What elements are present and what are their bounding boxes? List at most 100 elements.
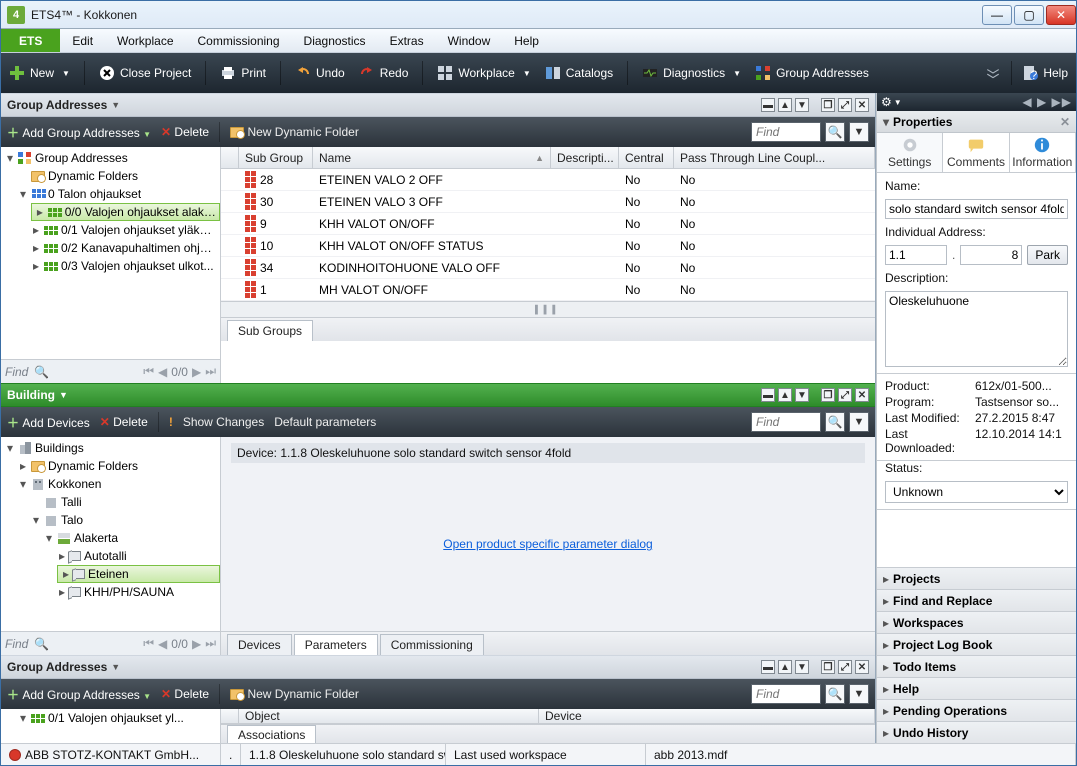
bld-find-button[interactable]: 🔍 bbox=[825, 412, 845, 432]
col-central[interactable]: Central bbox=[619, 147, 674, 168]
panel-btn-minimize-icon[interactable]: ▬ bbox=[761, 388, 775, 402]
pager-first-icon[interactable]: ⏮ bbox=[143, 364, 154, 379]
bld-tree-dynamic-folders[interactable]: Dynamic Folders bbox=[1, 457, 220, 475]
ga2-add-button[interactable]: ＋ Add Group Addresses ▼ bbox=[7, 686, 151, 703]
new-dynamic-folder-button[interactable]: New Dynamic Folder bbox=[230, 125, 359, 139]
pager-last-icon[interactable]: ⏭ bbox=[205, 364, 216, 379]
search-icon[interactable]: 🔍 bbox=[34, 365, 49, 379]
bld-filter-button[interactable]: ▼ bbox=[849, 412, 869, 432]
tab-commissioning[interactable]: Commissioning bbox=[380, 634, 484, 655]
menu-commissioning[interactable]: Commissioning bbox=[186, 29, 292, 52]
accordion-undo-history[interactable]: Undo History bbox=[877, 721, 1076, 743]
pager-next-icon[interactable]: ▶ bbox=[192, 365, 201, 379]
ga-tree-middle-0-0[interactable]: 0/0 Valojen ohjaukset alake... bbox=[31, 203, 220, 221]
print-button[interactable]: Print bbox=[220, 65, 266, 81]
col-device[interactable]: Device bbox=[539, 709, 875, 723]
tab-associations[interactable]: Associations bbox=[227, 725, 316, 744]
window-minimize-button[interactable]: — bbox=[982, 5, 1012, 25]
workplace-button[interactable]: Workplace▼ bbox=[437, 65, 530, 81]
open-parameter-dialog-link[interactable]: Open product specific parameter dialog bbox=[443, 537, 652, 551]
tab-devices[interactable]: Devices bbox=[227, 634, 292, 655]
col-object[interactable]: Object bbox=[239, 709, 539, 723]
park-button[interactable]: Park bbox=[1027, 245, 1068, 265]
panel-btn-down-icon[interactable]: ▼ bbox=[795, 388, 809, 402]
catalogs-button[interactable]: Catalogs bbox=[545, 65, 613, 81]
col-sub-group[interactable]: Sub Group bbox=[239, 147, 313, 168]
pager-prev-icon[interactable]: ◀ bbox=[158, 637, 167, 651]
close-project-button[interactable]: Close Project bbox=[99, 65, 191, 81]
ga2-find-button[interactable]: 🔍 bbox=[825, 684, 845, 704]
window-maximize-button[interactable]: ▢ bbox=[1014, 5, 1044, 25]
accordion-todo-items[interactable]: Todo Items bbox=[877, 655, 1076, 677]
panel-btn-minimize-icon[interactable]: ▬ bbox=[761, 98, 775, 112]
pager-last-icon[interactable]: ⏭ bbox=[205, 636, 216, 651]
accordion-pending-operations[interactable]: Pending Operations bbox=[877, 699, 1076, 721]
panel-btn-close-icon[interactable]: ✕ bbox=[855, 660, 869, 674]
ga2-delete-button[interactable]: ✕ Delete bbox=[161, 687, 209, 701]
table-row[interactable]: 10KHH VALOT ON/OFF STATUSNoNo bbox=[221, 235, 875, 257]
window-close-button[interactable]: ✕ bbox=[1046, 5, 1076, 25]
menu-window[interactable]: Window bbox=[436, 29, 503, 52]
properties-tab-information[interactable]: Information bbox=[1010, 133, 1076, 172]
menu-diagnostics[interactable]: Diagnostics bbox=[292, 29, 378, 52]
table-row[interactable]: 30ETEINEN VALO 3 OFFNoNo bbox=[221, 191, 875, 213]
pager-first-icon[interactable]: ⏮ bbox=[143, 636, 154, 651]
table-row[interactable]: 1MH VALOT ON/OFFNoNo bbox=[221, 279, 875, 301]
prop-ia-area-line[interactable] bbox=[885, 245, 947, 265]
pager-prev-icon[interactable]: ◀ bbox=[158, 365, 167, 379]
panel-btn-restore-icon[interactable]: ❐ bbox=[821, 388, 835, 402]
bld-tree-root[interactable]: Buildings bbox=[1, 439, 220, 457]
undo-button[interactable]: Undo bbox=[295, 65, 345, 81]
ga-tree-main-0[interactable]: 0 Talon ohjaukset bbox=[1, 185, 220, 203]
ga-find-button[interactable]: 🔍 bbox=[825, 122, 845, 142]
table-row[interactable]: 34KODINHOITOHUONE VALO OFFNoNo bbox=[221, 257, 875, 279]
chevron-down-icon[interactable] bbox=[985, 65, 1001, 81]
tab-parameters[interactable]: Parameters bbox=[294, 634, 378, 655]
bld-tree-talo[interactable]: Talo bbox=[1, 511, 220, 529]
menu-workplace[interactable]: Workplace bbox=[105, 29, 185, 52]
accordion-find-replace[interactable]: Find and Replace bbox=[877, 589, 1076, 611]
bld-tree-room-khh[interactable]: KHH/PH/SAUNA bbox=[1, 583, 220, 601]
table-row[interactable]: 9KHH VALOT ON/OFFNoNo bbox=[221, 213, 875, 235]
bld-tree-kokkonen[interactable]: Kokkonen bbox=[1, 475, 220, 493]
menu-ets[interactable]: ETS bbox=[1, 29, 60, 52]
bld-delete-button[interactable]: ✕ Delete bbox=[100, 415, 148, 429]
properties-tab-settings[interactable]: Settings bbox=[877, 133, 943, 172]
bld-tree-room-autotalli[interactable]: Autotalli bbox=[1, 547, 220, 565]
ga2-filter-button[interactable]: ▼ bbox=[849, 684, 869, 704]
bld-tree-talli[interactable]: Talli bbox=[1, 493, 220, 511]
ga2-new-dynamic-folder-button[interactable]: New Dynamic Folder bbox=[230, 687, 359, 701]
bld-tree-find-input[interactable]: Find bbox=[5, 637, 28, 651]
ga-tree-middle-0-2[interactable]: 0/2 Kanavapuhaltimen ohja... bbox=[1, 239, 220, 257]
table-row[interactable]: 28ETEINEN VALO 2 OFFNoNo bbox=[221, 169, 875, 191]
panel-btn-close-icon[interactable]: ✕ bbox=[855, 98, 869, 112]
help-button[interactable]: ? Help bbox=[1022, 65, 1068, 81]
col-name[interactable]: Name▲ bbox=[313, 147, 551, 168]
panel-btn-up-icon[interactable]: ▲ bbox=[778, 98, 792, 112]
panel-btn-restore-icon[interactable]: ❐ bbox=[821, 660, 835, 674]
ga2-find-input[interactable] bbox=[751, 684, 821, 704]
sidebar-nav-icons[interactable]: ◀ ▶ ▶▶ bbox=[1022, 95, 1072, 109]
group-addresses-toolbar-button[interactable]: Group Addresses bbox=[755, 65, 869, 81]
bld-tree-room-eteinen[interactable]: Eteinen bbox=[57, 565, 220, 583]
panel-btn-restore-icon[interactable]: ❐ bbox=[821, 98, 835, 112]
panel-btn-expand-icon[interactable]: ⤢ bbox=[838, 660, 852, 674]
panel-btn-up-icon[interactable]: ▲ bbox=[778, 660, 792, 674]
accordion-workspaces[interactable]: Workspaces bbox=[877, 611, 1076, 633]
tab-sub-groups[interactable]: Sub Groups bbox=[227, 320, 313, 341]
gear-icon[interactable]: ⚙ bbox=[881, 95, 892, 109]
accordion-help[interactable]: Help bbox=[877, 677, 1076, 699]
prop-ia-device[interactable] bbox=[960, 245, 1022, 265]
ga-tree-middle-0-1[interactable]: 0/1 Valojen ohjaukset yläke... bbox=[1, 221, 220, 239]
panel-btn-minimize-icon[interactable]: ▬ bbox=[761, 660, 775, 674]
add-group-addresses-button[interactable]: ＋ Add Group Addresses ▼ bbox=[7, 124, 151, 141]
bld-find-input[interactable] bbox=[751, 412, 821, 432]
accordion-projects[interactable]: Projects bbox=[877, 567, 1076, 589]
ga2-tree-item[interactable]: 0/1 Valojen ohjaukset yl... bbox=[1, 709, 220, 727]
col-pass-through[interactable]: Pass Through Line Coupl... bbox=[674, 147, 875, 168]
col-description[interactable]: Descripti... bbox=[551, 147, 619, 168]
accordion-project-log-book[interactable]: Project Log Book bbox=[877, 633, 1076, 655]
ga-tree-find-input[interactable]: Find bbox=[5, 365, 28, 379]
properties-close-icon[interactable]: ✕ bbox=[1060, 115, 1070, 129]
ga-find-input[interactable] bbox=[751, 122, 821, 142]
